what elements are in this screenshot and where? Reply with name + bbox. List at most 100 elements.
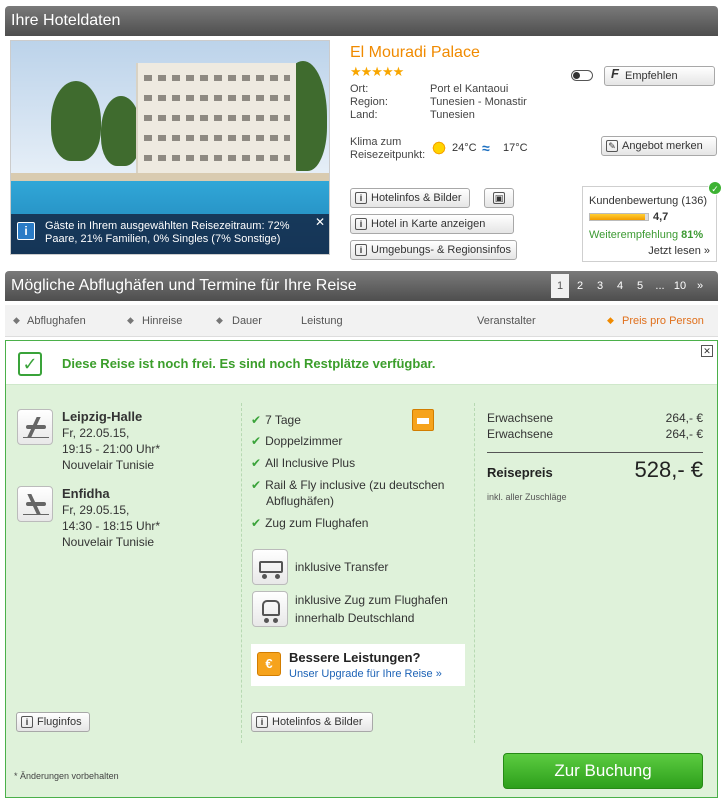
sort-price[interactable]: Preis pro Person — [622, 315, 704, 327]
detail-value: Port el Kantaoui — [430, 83, 509, 95]
return-flight: Enfidha Fr, 29.05.15, 14:30 - 18:15 Uhr*… — [62, 486, 160, 550]
page-2[interactable]: 2 — [571, 274, 589, 298]
info-icon: i — [21, 716, 33, 728]
train-line-2: innerhalb Deutschland — [295, 611, 415, 625]
sort-icon[interactable]: ◆ — [127, 315, 134, 326]
rating-meter — [589, 213, 649, 221]
close-icon[interactable]: ✕ — [701, 345, 713, 357]
offer-hotel-info-button[interactable]: i Hotelinfos & Bilder — [251, 712, 373, 732]
close-icon[interactable]: ✕ — [315, 216, 325, 229]
sort-icon[interactable]: ◆ — [216, 315, 223, 326]
page-10[interactable]: 10 — [671, 274, 689, 298]
feature-item: ✔ 7 Tage — [251, 413, 301, 427]
guest-stats-text: Gäste in Ihrem ausgewählten Reisezeitrau… — [45, 220, 290, 245]
flight-info-label: Fluginfos — [37, 716, 82, 728]
hotel-data-title: Ihre Hoteldaten — [11, 12, 121, 29]
customer-rating-box[interactable]: ✓ Kundenbewertung (136) 4,7 Weiterempfeh… — [582, 181, 722, 262]
sort-duration[interactable]: Dauer — [232, 315, 262, 327]
offer-hotel-info-label: Hotelinfos & Bilder — [272, 716, 363, 728]
outbound-time: 19:15 - 21:00 Uhr* — [62, 442, 161, 456]
page-ellipsis: ... — [655, 280, 665, 292]
train-line-1: inklusive Zug zum Flughafen — [295, 593, 448, 607]
sort-operator: Veranstalter — [477, 315, 536, 327]
check-icon: ✔ — [251, 516, 262, 530]
feature-item: ✔ Rail & Fly inclusive (zu deutschen — [251, 478, 445, 492]
room-info-icon[interactable] — [412, 409, 434, 431]
page-5[interactable]: 5 — [631, 274, 649, 298]
page-4[interactable]: 4 — [611, 274, 629, 298]
bookmark-label: Angebot merken — [622, 140, 703, 152]
sort-icon[interactable]: ◆ — [607, 315, 614, 326]
total-label: Reisepreis — [487, 465, 553, 480]
feature-item: ✔ Zug zum Flughafen — [251, 516, 369, 530]
check-icon: ✓ — [708, 181, 722, 195]
upgrade-icon: € — [257, 652, 281, 676]
rating-meter-fill — [590, 214, 645, 220]
rating-score: 4,7 — [653, 211, 669, 223]
hotel-data-header: Ihre Hoteldaten — [5, 6, 718, 36]
train-text: inklusive Zug zum Flughafen innerhalb De… — [295, 591, 448, 627]
info-icon: i — [355, 218, 367, 230]
price-label: Erwachsene — [487, 411, 554, 425]
price-row: Erwachsene 264,- € — [487, 411, 703, 425]
detail-value: Tunesien - Monastir — [430, 96, 527, 108]
hotel-photo[interactable]: i Gäste in Ihrem ausgewählten Reisezeitr… — [10, 40, 330, 255]
water-icon: ≈ — [482, 140, 490, 156]
price-value: 264,- € — [665, 411, 703, 425]
feature-item: ✔ All Inclusive Plus — [251, 456, 356, 470]
pencil-icon: ✎ — [606, 140, 618, 152]
feature-item: ✔ Doppelzimmer — [251, 434, 343, 448]
detail-label: Ort: — [350, 83, 369, 95]
facebook-icon: F — [611, 66, 619, 81]
detail-row-region: Region: Tunesien - Monastir — [350, 96, 527, 108]
photo-tree — [101, 96, 141, 166]
return-date: Fr, 29.05.15, — [62, 503, 130, 517]
page-3[interactable]: 3 — [591, 274, 609, 298]
page-1[interactable]: 1 — [551, 274, 569, 298]
bookmark-button[interactable]: ✎ Angebot merken — [601, 136, 717, 156]
recommendation-rate: Weiterempfehlung 81% — [589, 229, 703, 241]
map-label: Hotel in Karte anzeigen — [371, 218, 486, 230]
climate-label: Klima zum Reisezeitpunkt: — [350, 136, 426, 161]
map-button[interactable]: i Hotel in Karte anzeigen — [350, 214, 514, 234]
outbound-airline: Nouvelair Tunisie — [62, 458, 155, 472]
water-temperature: 17°C — [503, 142, 528, 154]
bus-icon — [252, 549, 288, 585]
return-airline: Nouvelair Tunisie — [62, 535, 155, 549]
sort-service: Leistung — [301, 315, 343, 327]
video-button[interactable]: ▣ — [484, 188, 514, 208]
hotel-info-button[interactable]: i Hotelinfos & Bilder — [350, 188, 470, 208]
guest-stats-note: i Gäste in Ihrem ausgewählten Reisezeitr… — [11, 214, 329, 254]
train-icon — [252, 591, 288, 627]
info-icon: i — [17, 222, 35, 240]
flight-info-button[interactable]: i Fluginfos — [16, 712, 90, 732]
column-divider — [241, 403, 242, 743]
region-info-button[interactable]: i Umgebungs- & Regionsinfos — [350, 240, 517, 260]
region-info-label: Umgebungs- & Regionsinfos — [371, 244, 512, 256]
book-button[interactable]: Zur Buchung — [503, 753, 703, 789]
sort-departure[interactable]: Abflughafen — [27, 315, 86, 327]
check-icon: ✔ — [251, 434, 262, 448]
sort-outbound[interactable]: Hinreise — [142, 315, 182, 327]
recommend-label: Empfehlen — [625, 70, 678, 82]
photo-tree — [51, 81, 101, 161]
upgrade-link[interactable]: Unser Upgrade für Ihre Reise » — [289, 668, 442, 680]
detail-label: Land: — [350, 109, 378, 121]
outbound-flight: Leipzig-Halle Fr, 22.05.15, 19:15 - 21:0… — [62, 409, 160, 473]
changes-note: * Änderungen vorbehalten — [14, 771, 119, 781]
detail-label: Region: — [350, 96, 388, 108]
toggle-switch[interactable] — [571, 70, 593, 81]
upgrade-box[interactable]: € Bessere Leistungen? Unser Upgrade für … — [251, 644, 465, 686]
read-reviews-link[interactable]: Jetzt lesen » — [648, 245, 710, 257]
recommend-button[interactable]: F Empfehlen — [604, 66, 715, 86]
detail-row-country: Land: Tunesien — [350, 109, 475, 121]
outbound-date: Fr, 22.05.15, — [62, 426, 130, 440]
sun-icon — [431, 140, 447, 156]
page-next[interactable]: » — [691, 274, 709, 298]
check-icon: ✔ — [251, 413, 262, 427]
hotel-name[interactable]: El Mouradi Palace — [350, 44, 480, 62]
sort-icon[interactable]: ◆ — [13, 315, 20, 326]
detail-row-location: Ort: Port el Kantaoui — [350, 83, 508, 95]
total-price: 528,- € — [634, 457, 704, 482]
sort-bar: ◆ Abflughafen ◆ Hinreise ◆ Dauer Leistun… — [5, 305, 718, 337]
